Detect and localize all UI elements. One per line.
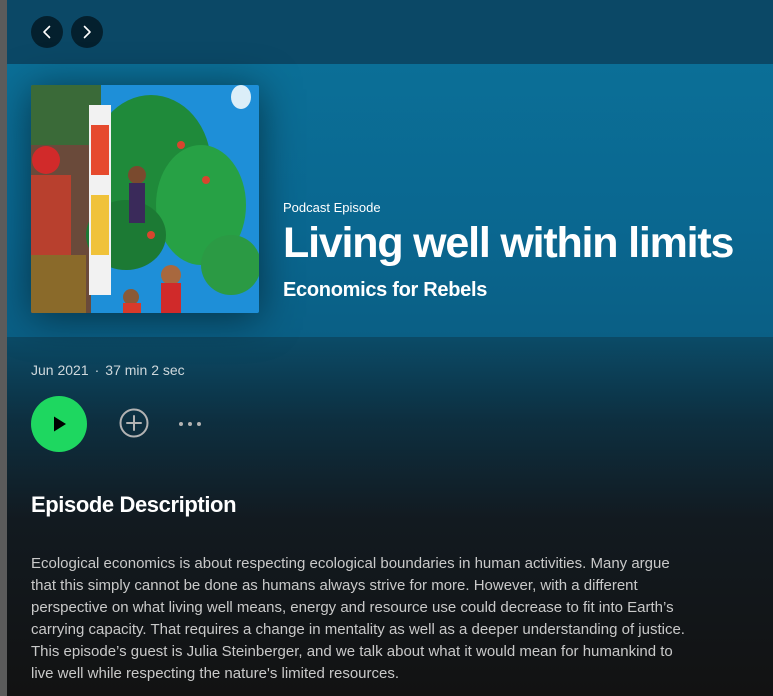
plus-circle-icon — [119, 408, 149, 438]
chevron-right-icon — [83, 25, 91, 39]
more-options-button[interactable] — [173, 412, 207, 436]
back-button[interactable] — [31, 16, 63, 48]
episode-date: Jun 2021 — [31, 362, 89, 378]
episode-page: Podcast Episode Living well within limit… — [7, 0, 773, 696]
forward-button[interactable] — [71, 16, 103, 48]
description-heading: Episode Description — [31, 492, 237, 517]
episode-cover-art — [31, 85, 259, 313]
save-to-library-button[interactable] — [117, 406, 151, 440]
meta-separator: · — [94, 362, 100, 378]
episode-title: Living well within limits — [283, 219, 734, 267]
play-button[interactable] — [31, 396, 87, 452]
play-icon — [54, 416, 66, 432]
episode-description: Ecological economics is about respecting… — [31, 555, 685, 682]
show-name-link[interactable]: Economics for Rebels — [283, 279, 773, 302]
episode-meta: Jun 2021 · 37 min 2 sec — [31, 362, 185, 378]
more-horizontal-icon — [179, 422, 183, 426]
episode-type-label: Podcast Episode — [283, 200, 381, 215]
episode-header: Podcast Episode Living well within limit… — [7, 64, 773, 337]
chevron-left-icon — [43, 25, 51, 39]
episode-duration: 37 min 2 sec — [105, 362, 185, 378]
top-bar — [7, 0, 773, 64]
episode-info: Podcast Episode Living well within limit… — [283, 200, 773, 302]
